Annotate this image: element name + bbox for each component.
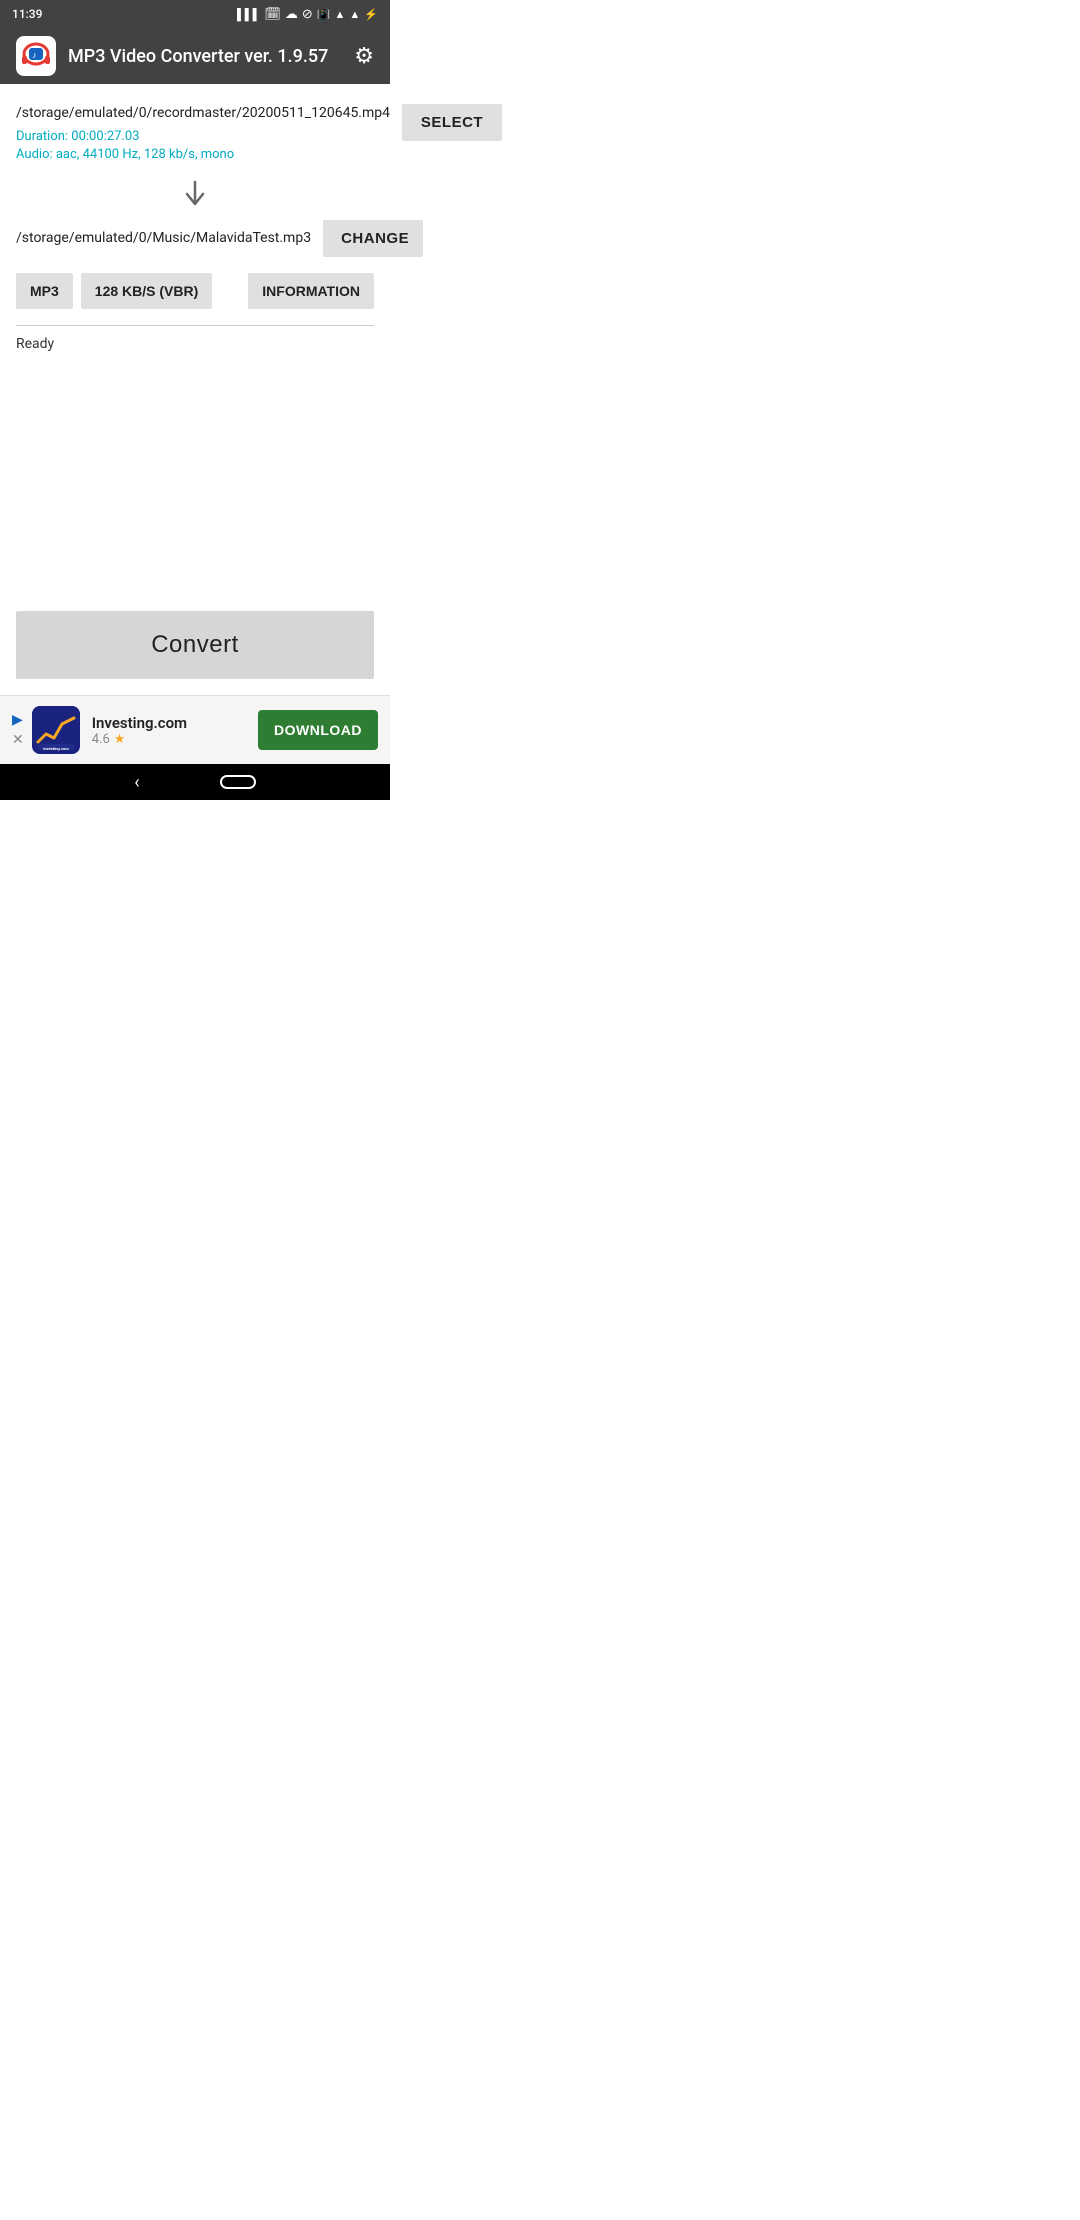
output-file-path: /storage/emulated/0/Music/MalavidaTest.m…	[16, 229, 311, 249]
download-button[interactable]: DOWNLOAD	[258, 710, 378, 750]
status-bar: 11:39 ▌▌▌ 🗓 ☁ ⊘ 📳 ▲ ▲ ⚡	[0, 0, 390, 28]
ad-app-name: Investing.com	[92, 714, 246, 732]
ad-banner: ▶ ✕ Investing.com Investing.com 4.6 ★ DO…	[0, 695, 390, 764]
svg-text:♪: ♪	[32, 51, 37, 61]
vibrate-icon: 📳	[317, 8, 331, 21]
convert-button[interactable]: Convert	[16, 611, 374, 679]
divider	[16, 325, 374, 326]
bitrate-button[interactable]: 128 KB/S (VBR)	[81, 273, 212, 309]
format-button[interactable]: MP3	[16, 273, 73, 309]
source-file-audio: Audio: aac, 44100 Hz, 128 kb/s, mono	[16, 146, 390, 164]
arrow-down-icon	[16, 178, 374, 210]
app-title: MP3 Video Converter ver. 1.9.57	[68, 46, 328, 67]
ad-app-icon: Investing.com	[32, 706, 80, 754]
svg-text:Investing.com: Investing.com	[43, 746, 69, 751]
ad-text: Investing.com 4.6 ★	[92, 714, 246, 747]
app-bar: ♪ MP3 Video Converter ver. 1.9.57 ⚙	[0, 28, 390, 84]
ad-left: ▶ ✕ Investing.com	[12, 706, 80, 754]
settings-icon[interactable]: ⚙	[354, 44, 374, 69]
circle-icon: ⊘	[302, 7, 313, 22]
ad-play-icon[interactable]: ▶	[12, 712, 24, 728]
ad-rating: 4.6 ★	[92, 732, 246, 747]
ad-close-icon[interactable]: ✕	[12, 732, 24, 748]
main-content: /storage/emulated/0/recordmaster/2020051…	[0, 84, 390, 695]
signal-bars-icon: ▌▌▌	[237, 8, 260, 21]
wifi-icon: ▲	[335, 8, 346, 21]
notification-icon: 🗓	[264, 7, 281, 22]
spacer	[16, 352, 374, 595]
status-time: 11:39	[12, 7, 42, 21]
change-button[interactable]: CHANGE	[323, 220, 423, 257]
back-button[interactable]: ‹	[134, 772, 139, 793]
signal-icon: ▲	[349, 8, 360, 21]
ad-rating-value: 4.6	[92, 732, 110, 747]
home-button[interactable]	[220, 775, 256, 789]
source-file-path: /storage/emulated/0/recordmaster/2020051…	[16, 104, 390, 124]
ad-star-icon: ★	[114, 732, 126, 747]
source-file-section: /storage/emulated/0/recordmaster/2020051…	[16, 104, 374, 164]
status-text: Ready	[16, 336, 374, 352]
output-file-section: /storage/emulated/0/Music/MalavidaTest.m…	[16, 220, 374, 257]
information-button[interactable]: INFORMATION	[248, 273, 374, 309]
format-row: MP3 128 KB/S (VBR) INFORMATION	[16, 273, 374, 309]
nav-bar: ‹	[0, 764, 390, 800]
app-icon: ♪	[16, 36, 56, 76]
source-file-info: /storage/emulated/0/recordmaster/2020051…	[16, 104, 390, 164]
select-button[interactable]: SELECT	[402, 104, 502, 141]
cloud-icon: ☁	[285, 7, 298, 22]
battery-icon: ⚡	[364, 8, 378, 21]
source-file-duration: Duration: 00:00:27.03	[16, 128, 390, 146]
